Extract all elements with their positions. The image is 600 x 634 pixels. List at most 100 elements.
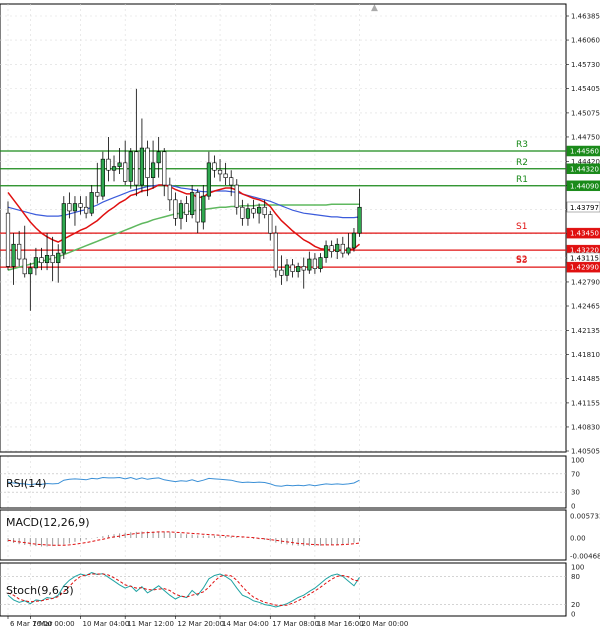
pivot-level-label: S1: [516, 222, 527, 232]
rsi-tick-label: 0: [571, 503, 575, 511]
rsi-title: RSI(14): [6, 477, 46, 490]
candle-body: [234, 184, 239, 208]
candle-body: [296, 266, 301, 272]
candle-body: [262, 206, 267, 215]
candle-body: [128, 151, 133, 182]
candle-body: [106, 158, 111, 171]
time-tick-label: 11 Mar 12:00: [127, 620, 174, 628]
candle-body: [67, 203, 72, 212]
candle: [273, 225, 278, 278]
candle-body: [256, 206, 262, 214]
forex-chart: R3R2R1S1S2S3 1.463851.460601.457301.4540…: [0, 0, 600, 634]
price-tick-label: 1.46060: [571, 37, 600, 45]
candle-body: [290, 264, 295, 272]
pivot-level-label: S3: [516, 256, 527, 266]
candle-body: [22, 258, 27, 275]
time-tick-label: 12 Mar 20:00: [177, 620, 224, 628]
candle-body: [178, 203, 184, 219]
candle-body: [145, 147, 150, 178]
price-tick-label: 1.40505: [571, 448, 600, 456]
candle-body: [111, 166, 117, 171]
price-tick-label: 1.41155: [571, 399, 600, 407]
macd-tick-label: -0.00468: [570, 553, 600, 561]
candle-body: [134, 151, 139, 186]
price-tick-label: 1.45075: [571, 109, 600, 117]
candle-body: [84, 206, 89, 214]
stoch-tick-label: 20: [571, 601, 580, 609]
candle-body: [251, 208, 256, 214]
candle-body: [307, 258, 312, 271]
candle-body: [335, 243, 340, 252]
rsi-tick-label: 30: [571, 489, 580, 497]
candle-body: [89, 192, 94, 214]
price-level-value: 1.44560: [570, 148, 599, 156]
candle-body: [229, 177, 234, 186]
candle-body: [357, 206, 362, 234]
price-level-value: 1.43450: [570, 230, 599, 238]
pivot-level-label: R1: [516, 175, 528, 185]
candle-body: [117, 162, 122, 167]
macd-tick-label: 0.00: [570, 535, 586, 543]
candle-body: [212, 162, 217, 171]
candle-body: [284, 264, 290, 276]
candle-body: [279, 269, 284, 276]
time-tick-label: 18 Mar 16:00: [317, 620, 364, 628]
price-tick-label: 1.45730: [571, 61, 600, 69]
time-tick-label: 10 Mar 04:00: [83, 620, 130, 628]
pivot-level-label: R2: [516, 158, 528, 168]
candle-body: [329, 245, 334, 252]
candle-body: [28, 267, 33, 275]
price-tick-label: 1.40830: [571, 423, 600, 431]
candle-body: [150, 162, 156, 178]
price-tick-label: 1.42465: [571, 303, 600, 311]
candle-body: [44, 255, 50, 264]
rsi-tick-label: 100: [571, 457, 584, 465]
candle-body: [268, 214, 273, 234]
candle-body: [72, 203, 78, 212]
candle-body: [273, 232, 278, 271]
price-tick-label: 1.41810: [571, 351, 600, 359]
candle-body: [167, 184, 172, 201]
stoch-tick-label: 0: [571, 611, 575, 619]
candle-body: [323, 245, 329, 258]
price-level-value: 1.43115: [570, 254, 599, 262]
candle-body: [11, 243, 16, 267]
scroll-arrow-icon[interactable]: ▲: [371, 3, 378, 13]
candle: [100, 151, 105, 200]
candle-body: [346, 247, 351, 254]
price-level-value: 1.44320: [570, 165, 599, 173]
candle-body: [5, 212, 11, 267]
stoch-tick-label: 100: [571, 564, 584, 572]
candle-body: [139, 147, 145, 186]
price-tick-label: 1.46385: [571, 13, 600, 21]
candle-body: [123, 162, 128, 182]
price-tick-label: 1.42790: [571, 278, 600, 286]
current-price-label: 1.43797: [570, 204, 599, 212]
candle-body: [33, 257, 38, 269]
candle-body: [312, 258, 318, 269]
candle-body: [39, 257, 44, 264]
price-tick-label: 1.41485: [571, 375, 600, 383]
time-tick-label: 14 Mar 04:00: [222, 620, 269, 628]
price-level-value: 1.42990: [570, 264, 599, 272]
stoch-tick-label: 80: [571, 573, 580, 581]
candle-body: [245, 208, 251, 219]
pivot-level-label: R3: [516, 140, 528, 150]
price-tick-label: 1.44750: [571, 133, 600, 141]
price-level-value: 1.44090: [570, 182, 599, 190]
chart-background: [0, 0, 600, 634]
candle-body: [100, 158, 105, 197]
candle-body: [195, 192, 200, 223]
candle-body: [206, 162, 211, 197]
candle-body: [61, 203, 66, 254]
candle-body: [162, 151, 167, 186]
current-price-box: 1.43797: [566, 201, 600, 213]
candle-body: [156, 151, 161, 164]
candle-body: [17, 243, 22, 260]
candle-body: [201, 195, 206, 223]
candle-body: [340, 243, 345, 254]
candle-body: [217, 169, 223, 175]
candle-body: [240, 206, 245, 219]
candle-body: [78, 203, 83, 208]
candle-body: [351, 232, 357, 249]
